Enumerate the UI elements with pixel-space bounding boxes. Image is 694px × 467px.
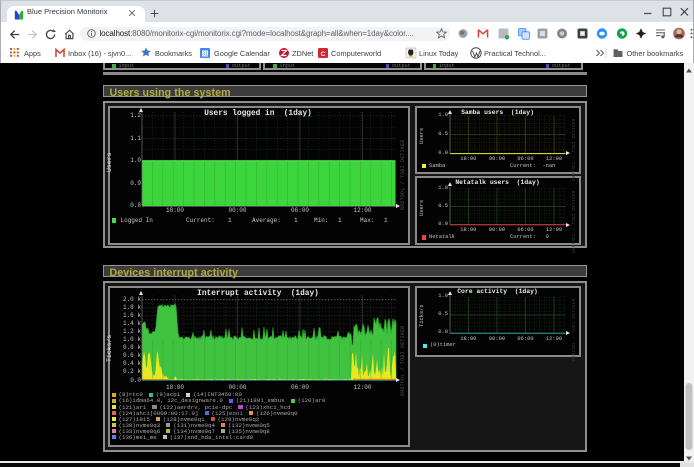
svg-text:C: C <box>321 51 326 58</box>
svg-text:31: 31 <box>202 52 208 58</box>
